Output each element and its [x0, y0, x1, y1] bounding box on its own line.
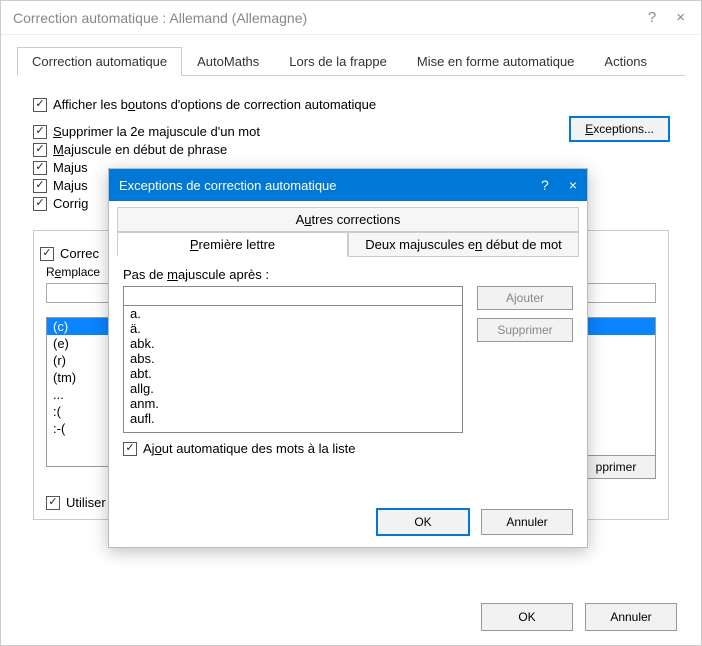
- tab-lors-de-la-frappe[interactable]: Lors de la frappe: [274, 47, 402, 75]
- check-auto-add[interactable]: [123, 442, 137, 456]
- modal-content: Pas de majuscule après : a. ä. abk. abs.…: [109, 257, 587, 456]
- exceptions-dialog: Exceptions de correction automatique ? ×…: [108, 168, 588, 548]
- tab-premiere-lettre[interactable]: Première lettre: [117, 232, 348, 257]
- check-correc[interactable]: [40, 247, 54, 261]
- check-partial-2-label: Majus: [53, 178, 88, 193]
- check-partial-1-label: Majus: [53, 160, 88, 175]
- modal-cancel-button[interactable]: Annuler: [481, 509, 573, 535]
- check-show-buttons[interactable]: [33, 98, 47, 112]
- modal-titlebar-actions: ? ×: [541, 177, 577, 193]
- main-footer: OK Annuler: [481, 603, 677, 631]
- check-suppress-second-cap[interactable]: [33, 125, 47, 139]
- list-item[interactable]: ä.: [124, 321, 462, 336]
- check-corrig[interactable]: [33, 197, 47, 211]
- list-item[interactable]: abk.: [124, 336, 462, 351]
- tab-mise-en-forme[interactable]: Mise en forme automatique: [402, 47, 590, 75]
- check-suppress-second-cap-label: Supprimer la 2e majuscule d'un mot: [53, 124, 260, 139]
- modal-tabs: Autres corrections Première lettre Deux …: [109, 201, 587, 257]
- modal-side-buttons: Ajouter Supprimer: [477, 286, 573, 342]
- delete-button[interactable]: Supprimer: [477, 318, 573, 342]
- tab-correction-automatique[interactable]: Correction automatique: [17, 47, 182, 76]
- list-item[interactable]: a.: [124, 306, 462, 321]
- check-auto-add-label: Ajout automatique des mots à la liste: [143, 441, 355, 456]
- check-corrig-label: Corrig: [53, 196, 88, 211]
- tab-deux-majuscules[interactable]: Deux majuscules en début de mot: [348, 232, 579, 256]
- check-cap-sentence[interactable]: [33, 143, 47, 157]
- tab-actions[interactable]: Actions: [589, 47, 662, 75]
- tab-automaths[interactable]: AutoMaths: [182, 47, 274, 75]
- exception-input[interactable]: [123, 286, 463, 306]
- list-item[interactable]: anm.: [124, 396, 462, 411]
- modal-title: Exceptions de correction automatique: [119, 178, 541, 193]
- check-partial-1[interactable]: [33, 161, 47, 175]
- modal-titlebar: Exceptions de correction automatique ? ×: [109, 169, 587, 201]
- check-correc-label: Correc: [60, 246, 99, 261]
- modal-ok-button[interactable]: OK: [377, 509, 469, 535]
- help-icon[interactable]: ?: [648, 9, 656, 26]
- modal-footer: OK Annuler: [377, 509, 573, 535]
- check-show-buttons-label: Afficher les boutons d'options de correc…: [53, 97, 376, 112]
- supprimer-button[interactable]: pprimer: [576, 455, 656, 479]
- check-use-spell[interactable]: [46, 496, 60, 510]
- list-item[interactable]: abs.: [124, 351, 462, 366]
- list-item[interactable]: allg.: [124, 381, 462, 396]
- exceptions-button[interactable]: Exceptions...: [570, 117, 669, 141]
- modal-body: Autres corrections Première lettre Deux …: [109, 201, 587, 456]
- main-titlebar: Correction automatique : Allemand (Allem…: [1, 1, 701, 35]
- main-titlebar-actions: ? ×: [648, 9, 693, 26]
- main-tabs: Correction automatique AutoMaths Lors de…: [17, 47, 685, 76]
- tab-autres-corrections[interactable]: Autres corrections: [117, 207, 579, 231]
- list-item[interactable]: aufl.: [124, 411, 462, 426]
- modal-help-icon[interactable]: ?: [541, 177, 549, 193]
- list-item[interactable]: abt.: [124, 366, 462, 381]
- main-ok-button[interactable]: OK: [481, 603, 573, 631]
- modal-close-icon[interactable]: ×: [569, 177, 577, 193]
- add-button[interactable]: Ajouter: [477, 286, 573, 310]
- main-title: Correction automatique : Allemand (Allem…: [9, 10, 648, 26]
- close-icon[interactable]: ×: [676, 9, 685, 26]
- check-cap-sentence-label: Majuscule en début de phrase: [53, 142, 227, 157]
- main-cancel-button[interactable]: Annuler: [585, 603, 677, 631]
- check-partial-2[interactable]: [33, 179, 47, 193]
- no-cap-after-label: Pas de majuscule après :: [123, 267, 573, 282]
- exception-list[interactable]: a. ä. abk. abs. abt. allg. anm. aufl.: [123, 305, 463, 433]
